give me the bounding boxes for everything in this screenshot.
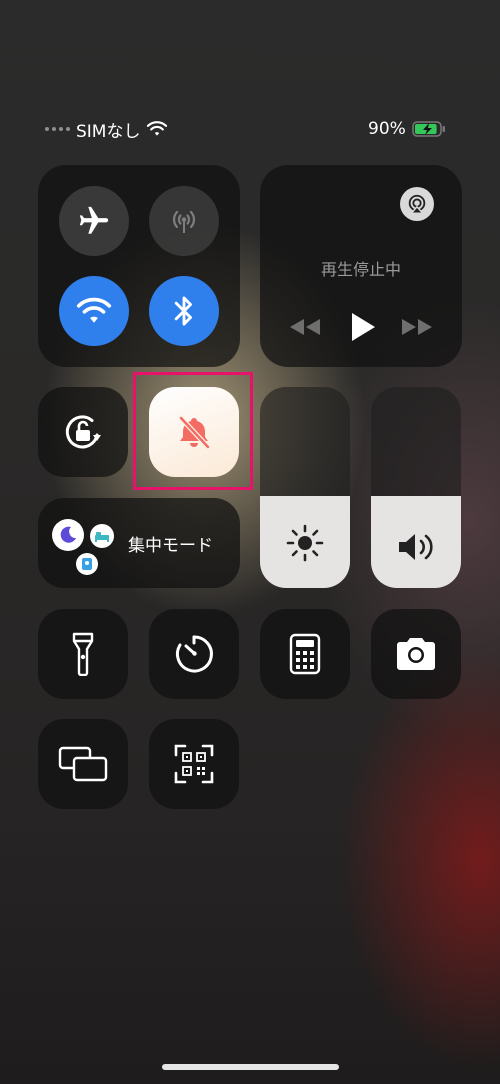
camera-button[interactable] [371, 609, 461, 699]
id-badge-icon [82, 558, 92, 570]
status-bar-left: SIMなし [45, 114, 168, 144]
media-status-label: 再生停止中 [320, 260, 401, 279]
wifi-icon [76, 297, 112, 323]
timer-button[interactable] [149, 609, 239, 699]
screen-mirroring-icon [58, 746, 108, 782]
home-indicator[interactable] [162, 1064, 339, 1070]
moon-icon-badge [52, 519, 84, 551]
airplane-icon [79, 206, 109, 234]
flashlight-icon [72, 632, 94, 676]
orientation-lock-button[interactable] [38, 387, 128, 477]
status-bar-right: 90% [368, 114, 446, 144]
brightness-slider[interactable] [260, 387, 350, 588]
bed-icon [95, 532, 109, 542]
battery-percent: 90% [368, 119, 406, 139]
wifi-toggle-button[interactable] [59, 276, 129, 346]
screen-mirroring-button[interactable] [38, 719, 128, 809]
focus-mode-label: 集中モード [128, 536, 213, 556]
airplay-button[interactable] [400, 187, 434, 221]
speaker-icon [399, 534, 433, 560]
bluetooth-icon [174, 296, 192, 326]
connectivity-panel [38, 165, 240, 367]
calculator-button[interactable] [260, 609, 350, 699]
play-button[interactable] [349, 311, 377, 343]
timer-icon [175, 635, 213, 673]
bed-icon-badge [90, 524, 114, 548]
calculator-icon [289, 633, 321, 675]
flashlight-button[interactable] [38, 609, 128, 699]
badge-icon-badge [76, 553, 98, 575]
qr-code-icon [174, 744, 214, 784]
carrier-label: SIMなし [76, 121, 141, 142]
silent-mode-button[interactable] [149, 387, 239, 477]
qr-scanner-button[interactable] [149, 719, 239, 809]
rotation-lock-icon [65, 415, 101, 449]
cellular-data-button[interactable] [149, 186, 219, 256]
airplane-mode-button[interactable] [59, 186, 129, 256]
signal-dots-icon [45, 127, 70, 131]
rewind-button[interactable] [288, 317, 322, 337]
volume-slider[interactable] [371, 387, 461, 588]
airplay-icon [408, 194, 426, 214]
camera-icon [397, 638, 435, 670]
moon-icon [60, 526, 76, 543]
wifi-status-icon [147, 121, 168, 136]
focus-mode-button[interactable]: 集中モード [38, 498, 240, 588]
sun-icon [286, 524, 324, 562]
battery-charging-icon [412, 121, 445, 137]
bluetooth-toggle-button[interactable] [149, 276, 219, 346]
bell-slash-icon [178, 415, 211, 450]
media-panel: 再生停止中 [260, 165, 462, 367]
antenna-icon [172, 210, 196, 233]
fast-forward-button[interactable] [400, 317, 434, 337]
